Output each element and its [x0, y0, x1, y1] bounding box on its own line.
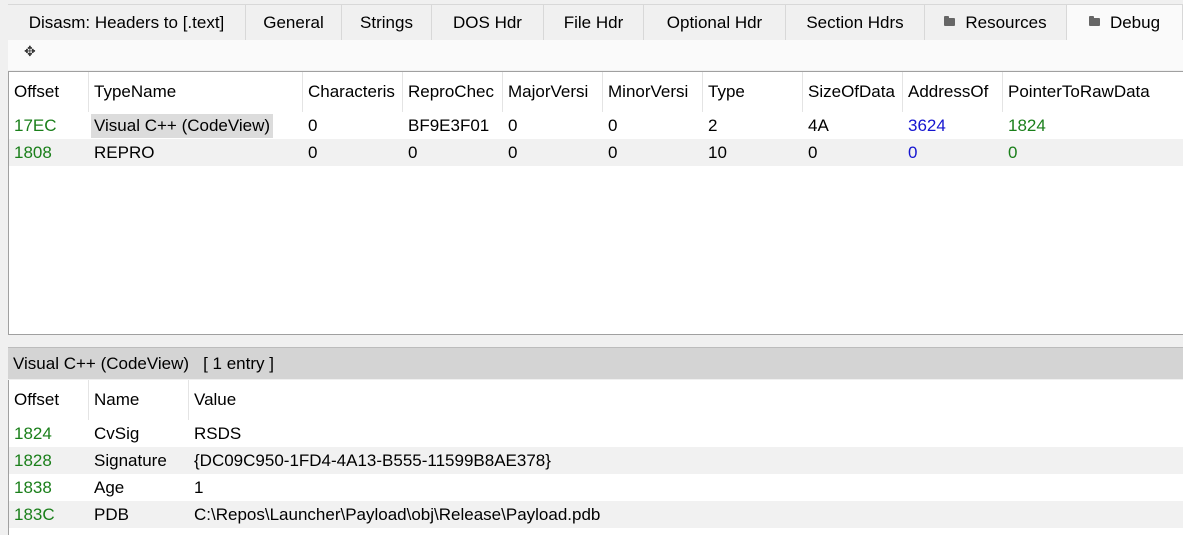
table-header: Offset Name Value [9, 380, 1183, 420]
tab-disasm[interactable]: Disasm: Headers to [.text] [8, 4, 246, 40]
cell-address-of-raw-data[interactable]: 3624 [903, 112, 1003, 139]
codeview-detail-table: Offset Name Value 1824 CvSig RSDS 1828 S… [8, 380, 1183, 535]
table-header: Offset TypeName Characteris ReproChec Ma… [9, 72, 1183, 112]
column-header-pointer-to-raw-data[interactable]: PointerToRawData [1003, 72, 1183, 112]
cell-offset[interactable]: 1838 [9, 474, 89, 501]
column-header-offset[interactable]: Offset [9, 380, 89, 420]
cell-major-version[interactable]: 0 [503, 112, 603, 139]
cell-pointer-to-raw-data[interactable]: 0 [1003, 139, 1183, 166]
tab-strings[interactable]: Strings [342, 4, 432, 40]
table-row[interactable]: 17EC Visual C++ (CodeView) 0 BF9E3F01 0 … [9, 112, 1183, 139]
detail-title: Visual C++ (CodeView) [13, 353, 190, 373]
cell-repro-checksum[interactable]: 0 [403, 139, 503, 166]
tab-resources[interactable]: Resources [925, 4, 1067, 40]
tab-section-hdrs[interactable]: Section Hdrs [786, 4, 925, 40]
folder-icon [1088, 15, 1100, 26]
column-header-minor-version[interactable]: MinorVersi [603, 72, 703, 112]
cell-name[interactable]: Age [89, 474, 189, 501]
table-row[interactable]: 1824 CvSig RSDS [9, 420, 1183, 447]
cell-value[interactable]: 1 [189, 474, 1183, 501]
cell-address-of-raw-data[interactable]: 0 [903, 139, 1003, 166]
cell-major-version[interactable]: 0 [503, 139, 603, 166]
cell-repro-checksum[interactable]: BF9E3F01 [403, 112, 503, 139]
cell-minor-version[interactable]: 0 [603, 112, 703, 139]
cell-pointer-to-raw-data[interactable]: 1824 [1003, 112, 1183, 139]
tab-label: Optional Hdr [666, 12, 763, 32]
cell-offset[interactable]: 1824 [9, 420, 89, 447]
selected-cell-text[interactable]: Visual C++ (CodeView) [91, 113, 274, 138]
table-row[interactable]: 1828 Signature {DC09C950-1FD4-4A13-B555-… [9, 447, 1183, 474]
cell-size-of-data[interactable]: 0 [803, 139, 903, 166]
tab-label: Disasm: Headers to [.text] [28, 12, 225, 32]
cell-offset[interactable]: 183C [9, 501, 89, 528]
tab-debug[interactable]: Debug [1067, 4, 1183, 40]
cell-type[interactable]: 10 [703, 139, 803, 166]
tab-label: File Hdr [563, 12, 624, 32]
column-header-value[interactable]: Value [189, 380, 1183, 420]
tab-label: DOS Hdr [453, 12, 522, 32]
cell-value[interactable]: RSDS [189, 420, 1183, 447]
cell-value[interactable]: C:\Repos\Launcher\Payload\obj\Release\Pa… [189, 501, 1183, 528]
tab-dos-hdr[interactable]: DOS Hdr [432, 4, 544, 40]
cell-type[interactable]: 2 [703, 112, 803, 139]
tab-optional-hdr[interactable]: Optional Hdr [644, 4, 786, 40]
cell-name[interactable]: PDB [89, 501, 189, 528]
tab-label: Resources [965, 12, 1047, 32]
cell-value[interactable]: {DC09C950-1FD4-4A13-B555-11599B8AE378} [189, 447, 1183, 474]
cell-characteristics[interactable]: 0 [303, 112, 403, 139]
cell-offset[interactable]: 1808 [9, 139, 89, 166]
column-header-address-of-raw-data[interactable]: AddressOf [903, 72, 1003, 112]
tab-label: General [263, 12, 324, 32]
cell-name[interactable]: Signature [89, 447, 189, 474]
cell-name[interactable]: CvSig [89, 420, 189, 447]
toolbar: ✥ [8, 40, 1183, 70]
column-header-typename[interactable]: TypeName [89, 72, 303, 112]
cell-typename[interactable]: Visual C++ (CodeView) [89, 112, 303, 139]
table-row[interactable]: 183C PDB C:\Repos\Launcher\Payload\obj\R… [9, 501, 1183, 528]
table-row[interactable]: 1838 Age 1 [9, 474, 1183, 501]
debug-directory-table: Offset TypeName Characteris ReproChec Ma… [8, 71, 1183, 335]
tab-file-hdr[interactable]: File Hdr [544, 4, 644, 40]
cell-characteristics[interactable]: 0 [303, 139, 403, 166]
cell-offset[interactable]: 1828 [9, 447, 89, 474]
move-icon[interactable]: ✥ [24, 43, 36, 60]
column-header-offset[interactable]: Offset [9, 72, 89, 112]
column-header-type[interactable]: Type [703, 72, 803, 112]
column-header-major-version[interactable]: MajorVersi [503, 72, 603, 112]
cell-minor-version[interactable]: 0 [603, 139, 703, 166]
cell-typename[interactable]: REPRO [89, 139, 303, 166]
detail-section-header: Visual C++ (CodeView) [ 1 entry ] [8, 347, 1183, 379]
cell-size-of-data[interactable]: 4A [803, 112, 903, 139]
column-header-name[interactable]: Name [89, 380, 189, 420]
column-header-characteristics[interactable]: Characteris [303, 72, 403, 112]
table-row[interactable]: 1808 REPRO 0 0 0 0 10 0 0 0 [9, 139, 1183, 166]
tab-label: Strings [360, 12, 413, 32]
cell-offset[interactable]: 17EC [9, 112, 89, 139]
entry-count: [ 1 entry ] [203, 353, 274, 373]
folder-icon [944, 15, 956, 26]
column-header-size-of-data[interactable]: SizeOfData [803, 72, 903, 112]
tab-label: Debug [1109, 12, 1161, 32]
tab-general[interactable]: General [246, 4, 342, 40]
tab-label: Section Hdrs [806, 12, 904, 32]
tab-bar: Disasm: Headers to [.text] General Strin… [0, 0, 1183, 40]
column-header-repro-checksum[interactable]: ReproChec [403, 72, 503, 112]
